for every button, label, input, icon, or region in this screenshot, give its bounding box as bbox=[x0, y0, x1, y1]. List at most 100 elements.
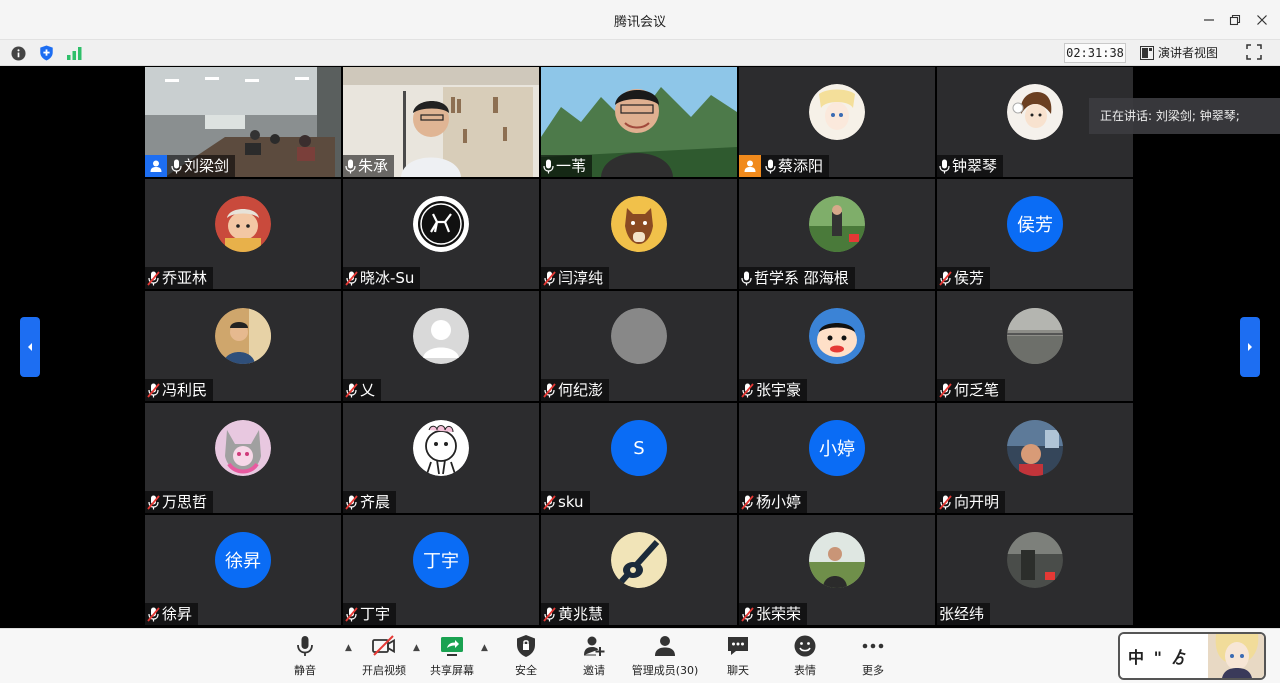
participant-name: 向开明 bbox=[954, 493, 1000, 511]
participant-name-tag: 哲学系 邵海根 bbox=[739, 267, 855, 289]
participant-tile[interactable]: 何纪澎 bbox=[541, 291, 737, 401]
participant-tile[interactable]: 万思哲 bbox=[145, 403, 341, 513]
host-badge-icon bbox=[145, 155, 167, 177]
participant-tile[interactable]: 哲学系 邵海根 bbox=[739, 179, 935, 289]
chat-button[interactable]: 聊天 bbox=[724, 633, 752, 681]
chat-label: 聊天 bbox=[727, 664, 749, 677]
participant-avatar bbox=[1007, 532, 1063, 588]
participant-tile[interactable]: 蔡添阳 bbox=[739, 67, 935, 177]
manage-members-button[interactable]: 管理成员(30) bbox=[630, 633, 700, 681]
share-screen-button[interactable]: 共享屏幕 bbox=[428, 633, 476, 681]
participant-tile[interactable]: 乂 bbox=[343, 291, 539, 401]
meeting-timer: 02:31:38 bbox=[1064, 43, 1126, 63]
mute-button[interactable]: 静音 bbox=[290, 633, 320, 681]
participant-tile[interactable]: 齐晨 bbox=[343, 403, 539, 513]
signal-strength-icon[interactable] bbox=[65, 44, 83, 62]
reactions-button[interactable]: 表情 bbox=[791, 633, 819, 681]
video-options-caret[interactable]: ▲ bbox=[413, 643, 420, 653]
smiley-icon bbox=[794, 635, 816, 657]
microphone-muted-icon bbox=[939, 382, 952, 398]
participant-avatar bbox=[611, 532, 667, 588]
participant-tile[interactable]: 乔亚林 bbox=[145, 179, 341, 289]
microphone-icon bbox=[297, 636, 313, 656]
participant-tile[interactable]: 张经纬 bbox=[937, 515, 1133, 625]
speaking-indicator: 正在讲话: 刘梁剑; 钟翠琴; bbox=[1089, 98, 1280, 134]
next-page-button[interactable] bbox=[1240, 317, 1260, 377]
participant-tile[interactable]: 闫淳纯 bbox=[541, 179, 737, 289]
chat-icon bbox=[728, 637, 748, 655]
info-icon[interactable] bbox=[9, 44, 27, 62]
fullscreen-button[interactable] bbox=[1246, 44, 1264, 62]
participant-name-tag: 乔亚林 bbox=[145, 267, 214, 289]
more-dots-icon bbox=[862, 643, 884, 649]
participant-name-tag: 冯利民 bbox=[145, 379, 214, 401]
participant-tile[interactable]: 张宇豪 bbox=[739, 291, 935, 401]
invite-button[interactable]: 邀请 bbox=[580, 633, 608, 681]
participant-name: 冯利民 bbox=[162, 381, 208, 399]
participant-tile[interactable]: 晓冰-Su bbox=[343, 179, 539, 289]
security-shield-icon[interactable] bbox=[37, 44, 55, 62]
participant-name-tag: 齐晨 bbox=[343, 491, 397, 513]
microphone-muted-icon bbox=[345, 494, 358, 510]
participant-tile[interactable]: 冯利民 bbox=[145, 291, 341, 401]
presenter-view-button[interactable]: 演讲者视图 bbox=[1140, 43, 1218, 63]
participant-tile[interactable]: 侯芳 侯芳 bbox=[937, 179, 1133, 289]
audio-options-caret[interactable]: ▲ bbox=[345, 643, 352, 653]
participant-initials-avatar: 丁宇 bbox=[413, 532, 469, 588]
more-button[interactable]: 更多 bbox=[859, 633, 887, 681]
microphone-on-icon bbox=[765, 159, 776, 173]
microphone-muted-icon bbox=[939, 270, 952, 286]
microphone-muted-icon bbox=[147, 494, 160, 510]
previous-page-button[interactable] bbox=[20, 317, 40, 377]
restore-icon bbox=[1229, 14, 1241, 26]
participant-tile[interactable]: 徐昇 徐昇 bbox=[145, 515, 341, 625]
minimize-button[interactable] bbox=[1196, 7, 1222, 33]
participant-tile[interactable]: 黄兆慧 bbox=[541, 515, 737, 625]
microphone-muted-icon bbox=[147, 494, 160, 510]
participant-tile[interactable]: 何乏笔 bbox=[937, 291, 1133, 401]
participant-initials-avatar: 侯芳 bbox=[1007, 196, 1063, 252]
microphone-on-icon bbox=[345, 159, 356, 174]
participant-name-tag: 丁宇 bbox=[343, 603, 397, 625]
participant-tile[interactable]: 朱承 bbox=[343, 67, 539, 177]
participant-tile[interactable]: 张荣荣 bbox=[739, 515, 935, 625]
share-options-caret[interactable]: ▲ bbox=[481, 643, 488, 653]
microphone-muted-icon bbox=[741, 494, 754, 510]
participant-tile[interactable]: 一苇 bbox=[541, 67, 737, 177]
microphone-muted-icon bbox=[543, 270, 556, 286]
participant-tile[interactable]: 向开明 bbox=[937, 403, 1133, 513]
participant-name: 何乏笔 bbox=[954, 381, 1000, 399]
microphone-muted-icon bbox=[147, 270, 160, 286]
participant-tile[interactable]: 小婷 杨小婷 bbox=[739, 403, 935, 513]
microphone-muted-icon bbox=[147, 270, 160, 286]
microphone-on-icon bbox=[171, 159, 182, 174]
participant-tile[interactable]: 丁宇 丁宇 bbox=[343, 515, 539, 625]
microphone-muted-icon bbox=[543, 494, 556, 510]
participant-name: 张经纬 bbox=[939, 605, 985, 623]
meeting-toolbar: 静音 ▲ 开启视频 ▲ 共享屏幕 ▲ 安全 邀请 管理成员(30) 聊天 表情 … bbox=[0, 628, 1280, 683]
microphone-on-icon bbox=[345, 159, 356, 173]
microphone-muted-icon bbox=[939, 382, 952, 398]
self-view-thumbnail[interactable]: 中 " ゟ bbox=[1118, 632, 1266, 680]
microphone-muted-icon bbox=[345, 270, 358, 286]
mute-label: 静音 bbox=[294, 664, 316, 677]
participant-name: 万思哲 bbox=[162, 493, 208, 511]
fullscreen-icon bbox=[1246, 44, 1262, 60]
security-button[interactable]: 安全 bbox=[512, 633, 540, 681]
participant-avatar bbox=[215, 196, 271, 252]
microphone-muted-icon bbox=[939, 494, 952, 510]
restore-button[interactable] bbox=[1222, 7, 1248, 33]
microphone-muted-icon bbox=[939, 494, 952, 510]
participant-tile[interactable]: 刘梁剑 bbox=[145, 67, 341, 177]
participant-name: 闫淳纯 bbox=[558, 269, 604, 287]
close-button[interactable] bbox=[1249, 7, 1275, 33]
participant-name: 晓冰-Su bbox=[360, 269, 415, 287]
participant-name: 乔亚林 bbox=[162, 269, 208, 287]
participant-tile[interactable]: Ssku bbox=[541, 403, 737, 513]
security-label: 安全 bbox=[515, 664, 537, 677]
participant-name: 蔡添阳 bbox=[778, 157, 824, 175]
participant-avatar bbox=[215, 308, 271, 364]
participant-name-tag: 侯芳 bbox=[937, 267, 991, 289]
chevron-right-icon bbox=[1248, 343, 1252, 351]
start-video-button[interactable]: 开启视频 bbox=[360, 633, 408, 681]
